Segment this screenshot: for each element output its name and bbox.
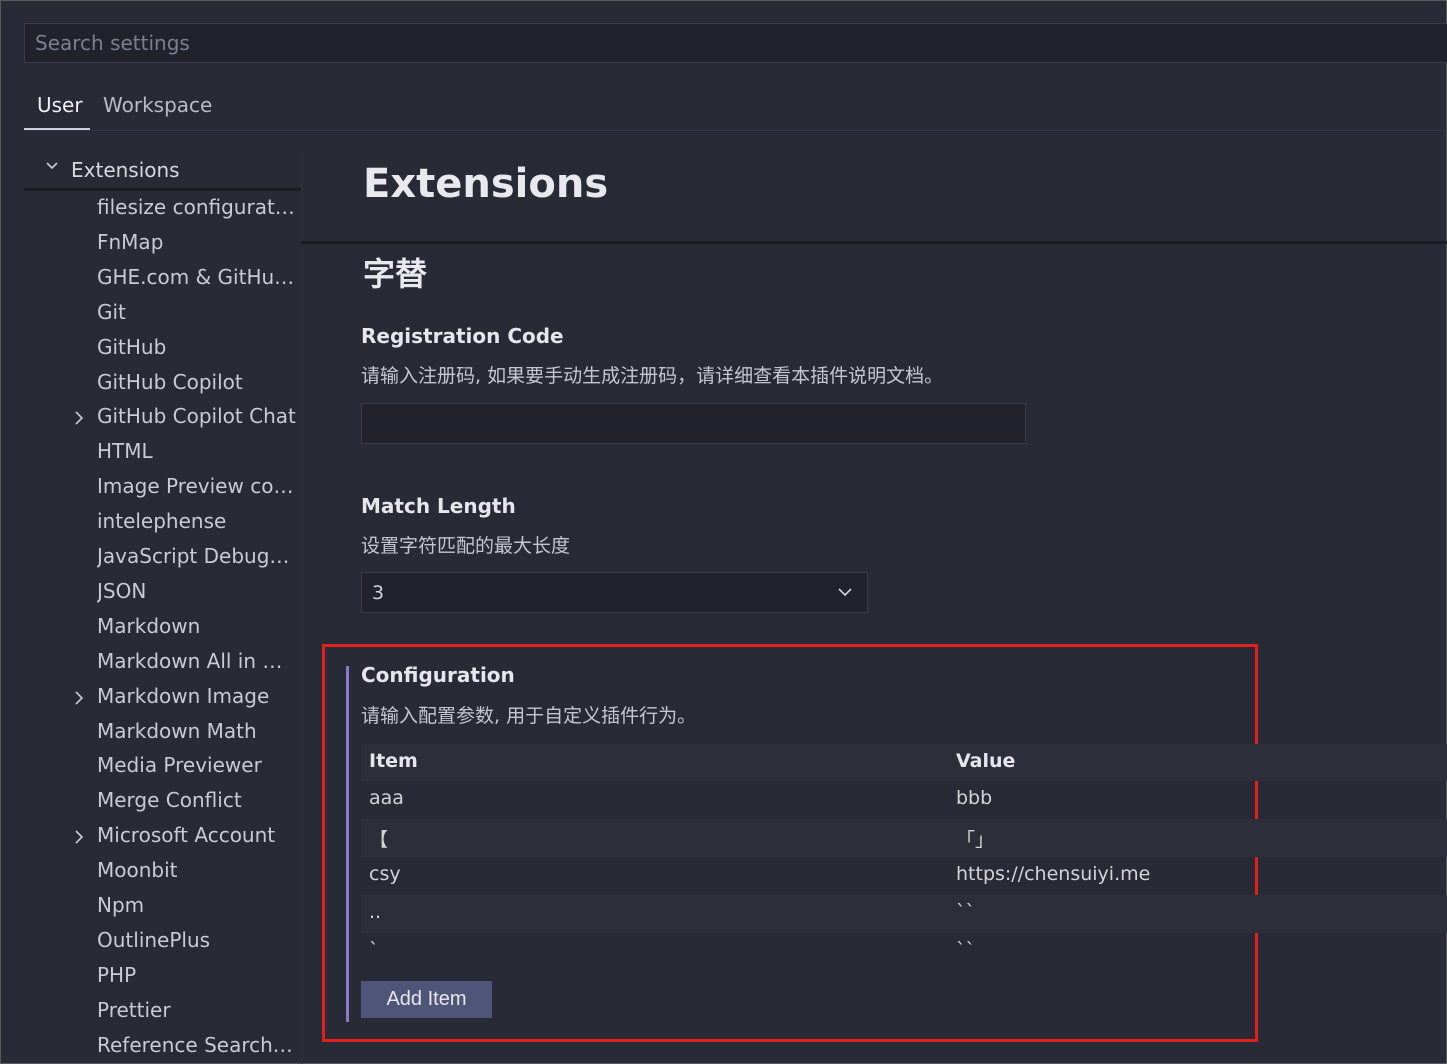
row-item: ` bbox=[369, 939, 379, 961]
page-title: Extensions bbox=[363, 161, 609, 207]
sidebar-item[interactable]: GitHub bbox=[24, 331, 301, 365]
sidebar-item[interactable]: GitHub Copilot bbox=[24, 366, 301, 400]
sidebar-item[interactable]: Moonbit bbox=[24, 854, 301, 888]
row-value: bbb bbox=[956, 787, 993, 809]
sidebar-item-label: GitHub bbox=[97, 334, 167, 359]
sidebar-item-label: Markdown bbox=[97, 613, 201, 638]
sidebar-item[interactable]: intelephense bbox=[24, 505, 301, 539]
row-item: .. bbox=[369, 901, 382, 923]
chevron-down-icon bbox=[838, 588, 852, 597]
sidebar-item-label: JavaScript Debugger bbox=[97, 544, 297, 568]
match-length-select[interactable]: 3 bbox=[361, 572, 868, 613]
sidebar-item-label: Markdown All in One bbox=[97, 648, 297, 673]
sidebar-item[interactable]: OutlinePlus bbox=[24, 924, 301, 958]
sidebar-item-label: Microsoft Account bbox=[97, 823, 276, 848]
row-value: 「」 bbox=[956, 829, 995, 851]
sidebar-item-label: Image Preview confi... bbox=[97, 474, 297, 499]
table-row[interactable]: aaa bbb bbox=[361, 781, 1447, 819]
sidebar-item-label: GitHub Copilot Chat bbox=[97, 404, 296, 429]
row-value: https://chensuiyi.me bbox=[956, 863, 1151, 885]
table-row[interactable]: .. `` bbox=[361, 895, 1447, 933]
settings-toc: Extensions filesize configuration FnMap GH… bbox=[24, 151, 301, 1064]
section-title: 字替 bbox=[363, 255, 428, 293]
search-input[interactable]: Search settings bbox=[24, 23, 1447, 63]
registration-code-description: 请输入注册码, 如果要手动生成注册码，请详细查看本插件说明文档。 bbox=[361, 365, 944, 387]
row-value: `` bbox=[956, 939, 975, 961]
chevron-down-icon bbox=[46, 162, 58, 170]
add-item-button[interactable]: Add Item bbox=[361, 981, 492, 1018]
table-row[interactable]: csy https://chensuiyi.me bbox=[361, 857, 1447, 895]
match-length-value: 3 bbox=[372, 582, 385, 604]
column-header-item: Item bbox=[369, 750, 418, 772]
sidebar-item-label: intelephense bbox=[97, 509, 227, 534]
sidebar-item-label: Merge Conflict bbox=[97, 788, 242, 813]
sidebar-item[interactable]: GitHub Copilot Chat bbox=[24, 400, 301, 434]
sidebar-item[interactable]: Prettier bbox=[24, 994, 301, 1028]
sidebar-item-label: FnMap bbox=[97, 229, 164, 254]
sidebar-item-label: Markdown Image bbox=[97, 683, 270, 708]
tab-user[interactable]: User bbox=[37, 93, 83, 117]
sidebar-item[interactable]: PHP bbox=[24, 959, 301, 993]
settings-tabs: User Workspace bbox=[24, 85, 1447, 131]
match-length-title: Match Length bbox=[361, 494, 516, 518]
sidebar-item-label: Media Previewer bbox=[97, 753, 262, 778]
chevron-right-icon[interactable] bbox=[74, 411, 84, 425]
sidebar-item[interactable]: Markdown Math bbox=[24, 715, 301, 749]
row-item: aaa bbox=[369, 787, 404, 809]
active-tab-indicator bbox=[24, 128, 90, 130]
sidebar-item-label: GitHub Copilot bbox=[97, 369, 243, 394]
sidebar-item-label: Reference Search Vi... bbox=[97, 1032, 297, 1057]
sidebar-item-label: JSON bbox=[97, 578, 147, 603]
sidebar-item[interactable]: Markdown All in One bbox=[24, 645, 301, 679]
sidebar-item-label: Moonbit bbox=[97, 858, 178, 883]
sidebar-item[interactable]: Markdown Image bbox=[24, 680, 301, 714]
sidebar-item-label: filesize configuration bbox=[97, 195, 297, 219]
registration-code-title: Registration Code bbox=[361, 324, 564, 348]
sidebar-item[interactable]: Reference Search Vi... bbox=[24, 1029, 301, 1063]
configuration-title: Configuration bbox=[361, 663, 515, 687]
row-item: csy bbox=[369, 863, 401, 885]
chevron-right-icon[interactable] bbox=[74, 691, 84, 705]
sidebar-item[interactable]: FnMap bbox=[24, 226, 301, 260]
sidebar-item-label: Prettier bbox=[97, 997, 171, 1022]
table-header: Item Value bbox=[361, 744, 1447, 781]
match-length-description: 设置字符匹配的最大长度 bbox=[361, 535, 571, 557]
sidebar-item[interactable]: Git bbox=[24, 296, 301, 330]
sidebar-item[interactable]: Microsoft Account bbox=[24, 819, 301, 853]
sidebar-item-label: HTML bbox=[97, 439, 153, 464]
sidebar-item-label: Markdown Math bbox=[97, 718, 257, 743]
sidebar-item[interactable]: Image Preview confi... bbox=[24, 470, 301, 504]
tab-workspace[interactable]: Workspace bbox=[103, 93, 212, 117]
modified-indicator bbox=[346, 666, 349, 1022]
sidebar-item-label: PHP bbox=[97, 962, 137, 987]
table-row[interactable]: ` `` bbox=[361, 933, 1447, 971]
configuration-description: 请输入配置参数, 用于自定义插件行为。 bbox=[361, 705, 697, 727]
chevron-right-icon[interactable] bbox=[74, 830, 84, 844]
sidebar-item[interactable]: GHE.com & GitHub ... bbox=[24, 261, 301, 295]
sidebar-item-label: Git bbox=[97, 299, 126, 324]
toc-extensions-header[interactable]: Extensions bbox=[24, 151, 301, 191]
toc-header-label: Extensions bbox=[71, 158, 180, 182]
sidebar-item-label: OutlinePlus bbox=[97, 927, 211, 952]
row-item: 【 bbox=[369, 829, 389, 851]
sidebar-item[interactable]: HTML bbox=[24, 435, 301, 469]
sticky-header-divider bbox=[301, 241, 1447, 244]
sidebar-item-label: Npm bbox=[97, 893, 145, 917]
sidebar-item[interactable]: Markdown bbox=[24, 610, 301, 644]
sidebar-item[interactable]: JavaScript Debugger bbox=[24, 540, 301, 574]
row-value: `` bbox=[956, 901, 975, 923]
sidebar-item[interactable]: filesize configuration bbox=[24, 191, 301, 225]
table-row[interactable]: 【 「」 bbox=[361, 819, 1447, 857]
column-header-value: Value bbox=[956, 750, 1016, 772]
sidebar-item[interactable]: Npm bbox=[24, 889, 301, 923]
registration-code-input[interactable] bbox=[361, 403, 1026, 444]
sidebar-item[interactable]: Media Previewer bbox=[24, 749, 301, 783]
sidebar-item-label: GHE.com & GitHub ... bbox=[97, 264, 297, 289]
sidebar-item[interactable]: JSON bbox=[24, 575, 301, 609]
sidebar-item[interactable]: Merge Conflict bbox=[24, 784, 301, 818]
sidebar-divider[interactable] bbox=[301, 151, 302, 1064]
